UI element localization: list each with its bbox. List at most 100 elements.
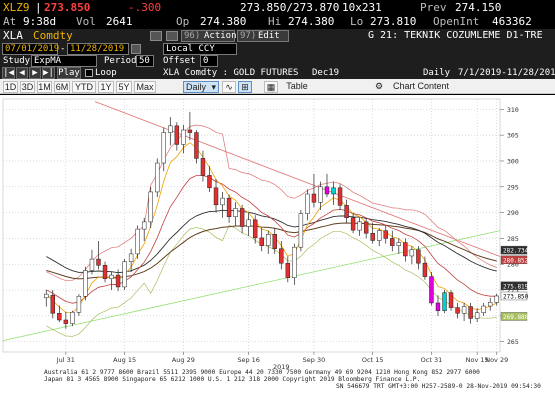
dropdown-toggle-icon[interactable] — [150, 31, 162, 41]
period-button-1d[interactable]: 1D — [3, 81, 18, 93]
y-tick-label: 305 — [507, 132, 519, 140]
candle-body — [481, 305, 486, 314]
high-value: 274.380 — [288, 15, 335, 28]
candle-body — [213, 187, 219, 206]
candle-body — [128, 253, 134, 262]
end-date-input[interactable]: 11/28/2019 — [67, 43, 129, 55]
price-chart-svg: 265270275280285290295300305310Jul 31Aug … — [2, 98, 541, 390]
candle-body — [292, 246, 297, 278]
actions-menu[interactable]: 96) Actions — [181, 30, 242, 42]
candle-body — [416, 249, 421, 264]
candle-body — [266, 234, 271, 246]
playback-bar: |◀ ◀ ▶ ▶| Play Loop XLA Comdty : GOLD FU… — [0, 67, 555, 79]
last-icon[interactable]: ▶| — [42, 67, 55, 79]
currency-select[interactable]: Local CCY — [163, 43, 237, 55]
candle-body — [102, 265, 108, 279]
candle-body — [318, 186, 323, 203]
period-button-6m[interactable]: 6M — [54, 81, 70, 93]
bid-ask: 273.850/273.870 — [240, 1, 340, 14]
candle-body — [474, 312, 480, 319]
chevron-down-icon: ▾ — [211, 82, 216, 92]
prev-label: Prev — [420, 1, 447, 14]
options-icon[interactable] — [166, 31, 178, 41]
candle-body — [311, 193, 317, 203]
security-type[interactable]: Comdty — [33, 29, 73, 43]
frequency-select[interactable]: Daily ▾ — [183, 81, 219, 93]
prev-value: 274.150 — [455, 1, 502, 14]
candle-body — [141, 221, 147, 230]
candle-body — [115, 274, 121, 288]
candle-body — [187, 129, 193, 133]
table-icon[interactable]: ▦ — [264, 81, 278, 93]
candle-chart-icon[interactable]: ⊞ — [238, 81, 252, 93]
start-date-input[interactable]: 07/01/2019 — [2, 43, 59, 55]
candle-body — [50, 294, 56, 314]
candle-body — [448, 292, 454, 308]
command-bar: XLA Comdty 96) Actions 97) Edit G 21: TE… — [0, 29, 555, 43]
play-button[interactable]: Play — [57, 67, 81, 79]
candle-body — [239, 208, 245, 227]
candle-body — [383, 230, 388, 239]
prev-icon[interactable]: ◀ — [16, 67, 28, 79]
loop-checkbox[interactable] — [85, 69, 93, 77]
candle-body — [207, 175, 212, 189]
candle-body — [279, 248, 284, 264]
line-chart-icon[interactable]: ∿ — [222, 81, 236, 93]
open-interest-value: 463362 — [492, 15, 532, 28]
value-label: 280.852 — [503, 257, 529, 264]
time-label: At — [3, 15, 17, 28]
last-price: 273.850 — [44, 1, 91, 14]
candle-body — [194, 132, 199, 159]
period-button-5y[interactable]: 5Y — [116, 81, 132, 93]
candle-body — [233, 208, 238, 217]
price-chart[interactable]: 265270275280285290295300305310Jul 31Aug … — [0, 95, 555, 400]
offset-input[interactable]: 0 — [200, 55, 218, 67]
candle-body — [220, 197, 225, 206]
y-tick-label: 290 — [507, 209, 519, 217]
ticker[interactable]: XLZ9 — [3, 1, 30, 15]
period-button-1m[interactable]: 1M — [37, 81, 52, 93]
separator: | — [35, 1, 42, 14]
y-tick-label: 295 — [507, 183, 519, 191]
period-button-max[interactable]: Max — [134, 81, 156, 93]
bid-ask-size: 10x231 — [342, 1, 382, 14]
x-tick-label: Oct 15 — [362, 356, 384, 364]
open-value: 274.380 — [200, 15, 247, 28]
candle-body — [89, 258, 95, 271]
candle-body — [168, 125, 173, 133]
study-label: Study — [3, 56, 31, 66]
candle-body — [122, 261, 127, 288]
candle-body — [494, 295, 499, 303]
chart-content-button[interactable]: Chart Content — [388, 81, 454, 93]
candle-body — [350, 217, 356, 231]
y-tick-label: 285 — [507, 235, 519, 243]
period-input[interactable]: 50 — [136, 55, 154, 67]
screen-title: G 21: TEKNIK COZUMLEME D1-TRE — [368, 30, 543, 41]
candle-body — [298, 213, 304, 248]
edit-menu[interactable]: 97) Edit — [237, 30, 289, 42]
candle-body — [76, 295, 82, 313]
first-icon[interactable]: |◀ — [2, 67, 15, 79]
candle-body — [109, 274, 114, 279]
candle-body — [442, 292, 447, 311]
edit-label: Edit — [258, 31, 280, 41]
candle-body — [377, 230, 382, 241]
candle-body — [226, 197, 232, 217]
gear-icon[interactable]: ⚙ — [372, 81, 386, 93]
loop-label: Loop — [95, 68, 117, 78]
period-button-3d[interactable]: 3D — [20, 81, 35, 93]
date-range-bar: 07/01/2019 - 11/28/2019 Local CCY — [0, 43, 555, 55]
candle-body — [200, 158, 206, 176]
candle-body — [63, 319, 69, 324]
chart-security-name: XLA Comdty : GOLD FUTURES — [163, 68, 299, 78]
table-button[interactable]: Table — [280, 81, 314, 93]
study-select[interactable]: ExpMA — [31, 55, 97, 67]
candle-body — [272, 234, 277, 249]
security-field[interactable]: XLA — [3, 29, 23, 43]
period-button-ytd[interactable]: YTD — [72, 81, 96, 93]
period-button-1y[interactable]: 1Y — [98, 81, 114, 93]
candle-body — [148, 191, 153, 223]
candle-body — [161, 132, 166, 164]
next-icon[interactable]: ▶ — [29, 67, 41, 79]
calendar-icon[interactable] — [131, 44, 141, 54]
